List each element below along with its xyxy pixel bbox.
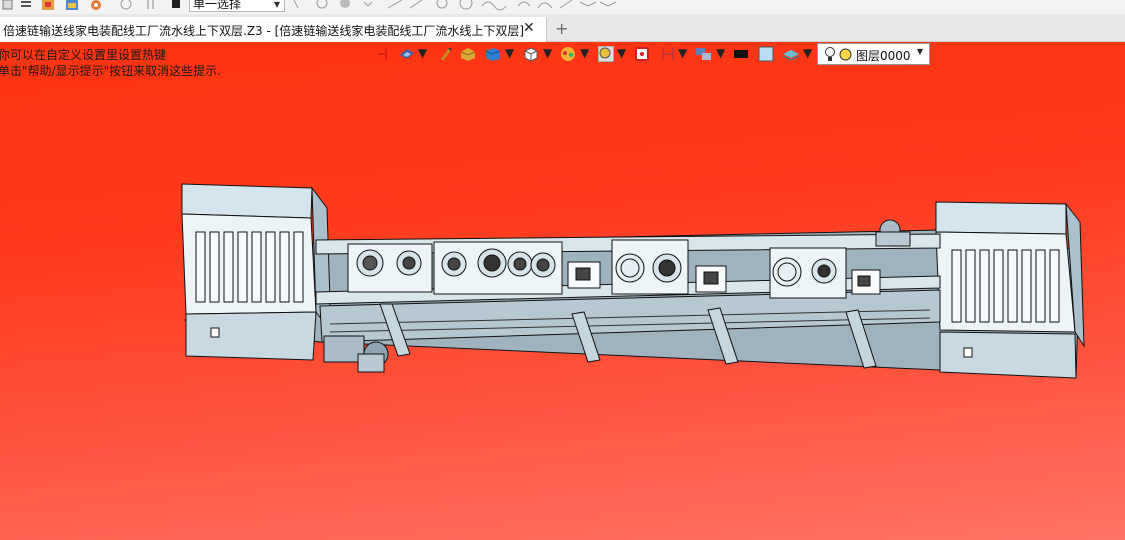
open-icon[interactable] bbox=[20, 0, 32, 10]
options-icon[interactable] bbox=[90, 0, 102, 10]
print-icon[interactable] bbox=[66, 0, 78, 10]
new-icon[interactable] bbox=[2, 0, 14, 10]
undo-icon[interactable] bbox=[120, 0, 132, 10]
main-toolbar: 单一选择 ▼ bbox=[0, 0, 1125, 14]
document-tab[interactable]: 倍速链输送线家电装配线工厂流水线上下双层.Z3 - [倍速链输送线家电装配线工厂… bbox=[0, 17, 547, 42]
select-filter-icon[interactable] bbox=[170, 0, 182, 10]
redo-icon[interactable] bbox=[145, 0, 157, 10]
close-icon[interactable]: ✕ bbox=[523, 20, 535, 36]
save-icon[interactable] bbox=[42, 0, 54, 10]
conveyor-model[interactable] bbox=[0, 42, 1125, 540]
new-tab-icon[interactable]: + bbox=[555, 19, 568, 38]
document-tab-bar: 倍速链输送线家电装配线工厂流水线上下双层.Z3 - [倍速链输送线家电装配线工厂… bbox=[0, 14, 1125, 42]
sketch-tools-icon[interactable] bbox=[292, 0, 622, 12]
document-tab-title: 倍速链输送线家电装配线工厂流水线上下双层.Z3 - [倍速链输送线家电装配线工厂… bbox=[3, 24, 524, 38]
3d-viewport[interactable]: 你可以在自定义设置里设置热键 单击"帮助/显示提示"按钮来取消这些提示. ▼ ▼… bbox=[0, 42, 1125, 540]
chevron-down-icon: ▼ bbox=[273, 0, 280, 9]
selection-mode-value: 单一选择 bbox=[193, 0, 242, 11]
selection-mode-select[interactable]: 单一选择 ▼ bbox=[189, 0, 285, 12]
